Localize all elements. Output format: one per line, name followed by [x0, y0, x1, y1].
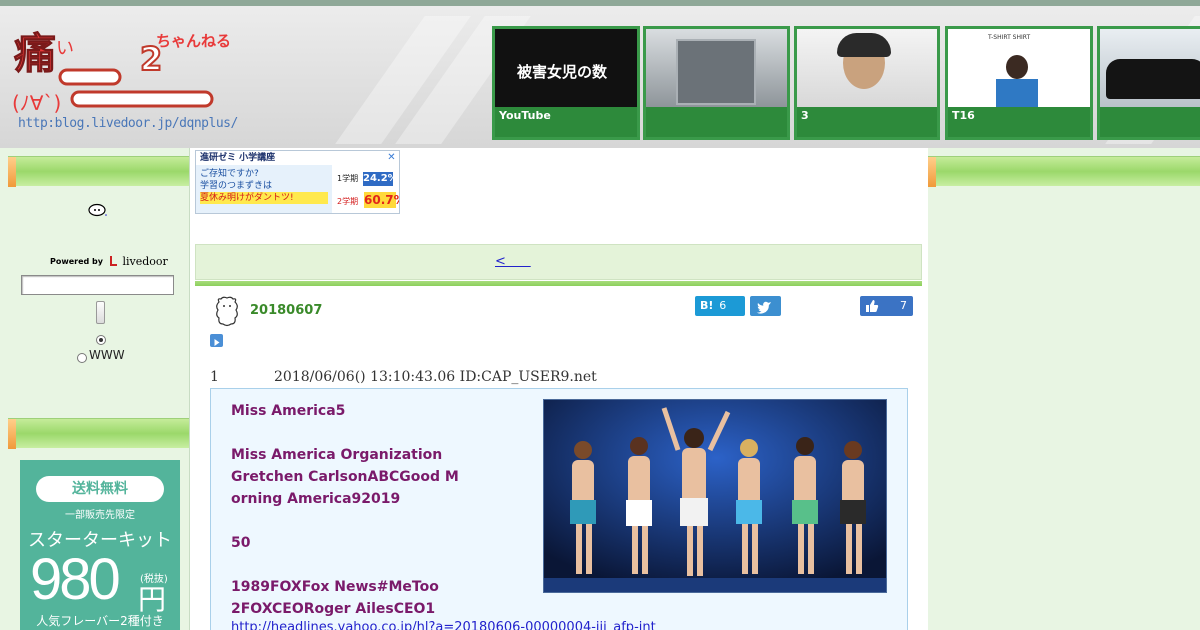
logo-channel: ちゃんねる	[156, 32, 230, 50]
pageant-photo-image	[544, 400, 886, 592]
ad-term2-value: 60.7%	[364, 192, 399, 208]
thumbs-up-icon	[866, 300, 879, 312]
thumb-caption: 3	[801, 109, 809, 122]
header-thumbnails: 被害女児の数 YouTube 3 T-SHIRT SHIRT T16	[492, 26, 1200, 140]
body-line: orning America92019	[231, 491, 401, 507]
thumbnail-youtube[interactable]: 被害女児の数 YouTube	[492, 26, 640, 140]
logo-kana-small: い	[56, 38, 74, 59]
ad-line2: 学習のつまずきは	[200, 181, 273, 191]
body-line: Miss America5	[231, 403, 346, 419]
body-line: Miss America Organization	[231, 447, 443, 463]
logo-kanji: 痛	[14, 29, 56, 78]
ad-copy: ご存知ですか? 学習のつまずきは 夏休み明けがダントツ!	[196, 165, 332, 213]
livedoor-brand: livedoor	[109, 255, 168, 268]
ad-header: 進研ゼミ 小学講座	[200, 153, 276, 163]
thumb-overlay-text: T-SHIRT SHIRT	[988, 34, 1031, 41]
logo-face: (ﾉ∀`)	[12, 91, 61, 115]
ad-term1-value: 24.2%	[363, 172, 398, 186]
ad-free-shipping: 送料無料	[36, 476, 164, 502]
response-number: 1	[210, 369, 219, 385]
ad-line1: ご存知ですか?	[200, 169, 259, 179]
twitter-icon	[756, 301, 771, 314]
thumbnail-booth[interactable]	[643, 26, 790, 140]
livedoor-logo-icon	[110, 256, 117, 266]
thumbnail-car[interactable]	[1097, 26, 1200, 140]
site-header: 痛 い (ﾉ∀`) 2 ちゃんねる http:blog.livedoor.jp/…	[0, 0, 1200, 148]
search-button[interactable]	[96, 301, 105, 324]
search-radio-blog[interactable]	[96, 335, 106, 345]
prev-article-link[interactable]: <	[495, 254, 531, 269]
source-link[interactable]: http://headlines.yahoo.co.jp/hl?a=201806…	[231, 620, 656, 630]
thumb-caption: YouTube	[499, 109, 551, 122]
powered-by-label: Powered by	[50, 257, 103, 266]
thumb-overlay-text: 被害女児の数	[517, 63, 608, 81]
search-radio-www[interactable]	[77, 353, 87, 363]
ad-term1: 1学期	[337, 174, 359, 183]
sidebar-header-bar	[8, 418, 189, 449]
sheep-icon[interactable]	[88, 203, 108, 217]
thumbnail-tshirt[interactable]: T-SHIRT SHIRT T16	[945, 26, 1093, 140]
response-meta: 2018/06/06() 13:10:43.06 ID:CAP_USER9.ne…	[274, 369, 597, 385]
powered-by-livedoor[interactable]: Powered by livedoor	[50, 255, 168, 268]
sheep-avatar-icon	[216, 296, 238, 327]
starter-kit-ad[interactable]: 送料無料 一部販売先限定 スターターキット 980 (税抜) 円 人気フレーバー…	[20, 460, 180, 630]
ad-term2: 2学期	[337, 197, 359, 206]
body-line: 1989FOXFox News#MeToo	[231, 579, 439, 595]
search-radio-www-label: WWW	[89, 348, 125, 362]
logo-graphic: 痛 い (ﾉ∀`) 2 ちゃんねる	[12, 29, 231, 116]
twitter-share-button[interactable]	[750, 296, 781, 316]
site-logo[interactable]: 痛 い (ﾉ∀`) 2 ちゃんねる http:blog.livedoor.jp/…	[10, 20, 238, 138]
right-sidebar	[928, 148, 1200, 630]
logo-url: http:blog.livedoor.jp/dqnplus/	[18, 116, 238, 131]
thumbnail-person[interactable]: 3	[794, 26, 940, 140]
facebook-like-button[interactable]: 7	[860, 296, 913, 316]
search-input[interactable]	[21, 275, 174, 295]
thumb-caption: T16	[952, 109, 975, 122]
body-line: 2FOXCEORoger AilesCEO1	[231, 601, 436, 617]
post-date: 20180607	[250, 303, 323, 318]
top-banner-ad[interactable]: 進研ゼミ 小学講座 ✕ ご存知ですか? 学習のつまずきは 夏休み明けがダントツ!…	[195, 150, 400, 214]
ad-price: 980	[30, 547, 121, 612]
article-nav-bar	[195, 244, 922, 280]
hatena-count: 6	[719, 299, 727, 312]
sidebar-header-bar	[928, 156, 1200, 187]
ad-limited: 一部販売先限定	[65, 510, 135, 521]
ad-footer: 人気フレーバー2種付き	[36, 614, 164, 628]
response-body-text: Miss America5 Miss America Organization …	[231, 400, 521, 620]
body-line: Gretchen CarlsonABCGood M	[231, 469, 459, 485]
play-icon[interactable]	[210, 334, 223, 347]
sidebar-header-bar	[8, 156, 189, 187]
ad-close-icon[interactable]: ✕	[386, 152, 397, 163]
like-count: 7	[900, 299, 907, 312]
nav-divider	[195, 281, 922, 286]
body-line: 50	[231, 535, 251, 551]
hatena-bookmark-button[interactable]: B! 6	[695, 296, 745, 316]
ad-line3: 夏休み明けがダントツ!	[200, 192, 328, 204]
hatena-icon: B!	[700, 299, 714, 312]
news-photo[interactable]	[543, 399, 887, 593]
left-edge	[0, 148, 8, 630]
